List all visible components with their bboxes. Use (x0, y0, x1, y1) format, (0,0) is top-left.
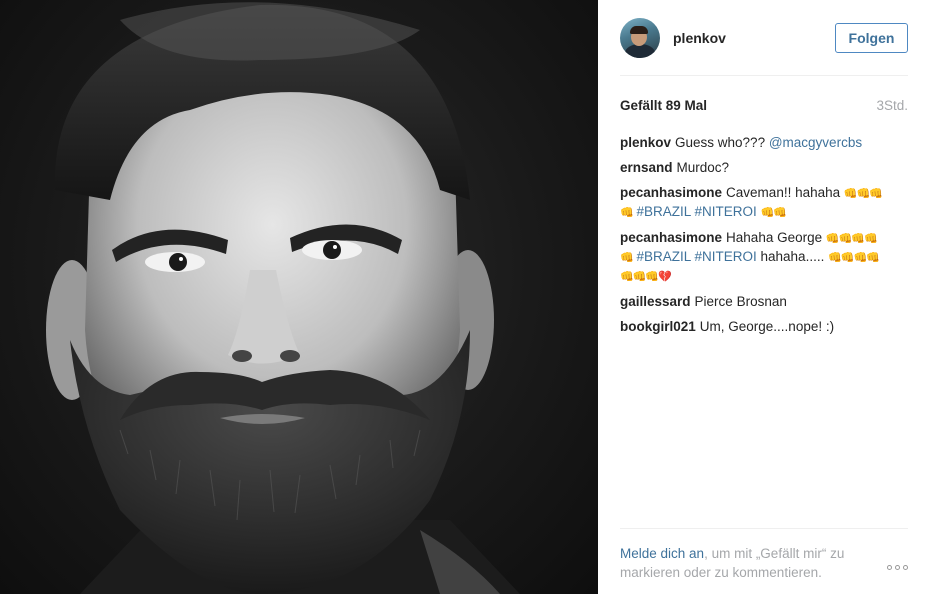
comment-text: Hahaha George (726, 230, 826, 245)
post-sidebar: plenkov Folgen Gefällt 89 Mal 3Std. plen… (598, 0, 929, 594)
caption: plenkov Guess who??? @macgyvercbs (620, 134, 908, 152)
fist-emoji-icon: 👊👊👊👊 (825, 232, 878, 245)
list-item: gaillessard Pierce Brosnan (620, 293, 908, 311)
fist-emoji-icon: 👊👊 (760, 206, 787, 219)
login-prompt: Melde dich an, um mit „Gefällt mir“ zu m… (620, 528, 908, 582)
dot-icon (895, 564, 900, 570)
avatar-hair (630, 25, 648, 34)
comment-text: Murdoc? (676, 160, 730, 175)
list-item: pecanhasimone Hahaha George 👊👊👊👊 👊 #BRAZI… (620, 229, 908, 286)
avatar-shirt (625, 43, 655, 58)
post-timestamp[interactable]: 3Std. (876, 98, 908, 113)
list-item: bookgirl021 Um, George....nope! :) (620, 318, 908, 336)
comment-list: plenkov Guess who??? @macgyvercbs ernsand… (620, 134, 908, 336)
comment-author[interactable]: gaillessard (620, 294, 691, 309)
avatar[interactable] (620, 17, 660, 58)
comment-text: Caveman!! hahaha (726, 185, 844, 200)
hashtag-link[interactable]: #BRAZIL #NITEROI (636, 249, 756, 264)
fist-emoji-icon: 👊👊👊💔 (620, 270, 672, 283)
likes-row: Gefällt 89 Mal 3Std. (620, 95, 908, 115)
portrait-illustration (46, 2, 520, 594)
fist-emoji-icon: 👊 (620, 251, 634, 264)
post-header: plenkov Folgen (620, 0, 908, 76)
dot-icon (903, 564, 908, 570)
comment-author[interactable]: plenkov (620, 135, 671, 150)
list-item: ernsand Murdoc? (620, 159, 908, 177)
comment-author[interactable]: bookgirl021 (620, 319, 696, 334)
post-photo[interactable] (0, 0, 598, 594)
author-username[interactable]: plenkov (673, 30, 835, 46)
fist-emoji-icon: 👊👊👊 (843, 187, 883, 200)
list-item: pecanhasimone Caveman!! hahaha 👊👊👊 👊 #BRA… (620, 184, 908, 222)
comment-text: Pierce Brosnan (694, 294, 787, 309)
fist-emoji-icon: 👊 (620, 206, 634, 219)
likes-count[interactable]: Gefällt 89 Mal (620, 98, 707, 113)
dot-icon (887, 564, 892, 570)
hashtag-link[interactable]: #BRAZIL #NITEROI (636, 204, 756, 219)
post-dialog: plenkov Folgen Gefällt 89 Mal 3Std. plen… (0, 0, 929, 594)
mention-link[interactable]: @macgyvercbs (769, 135, 862, 150)
login-link[interactable]: Melde dich an (620, 546, 704, 561)
comment-author[interactable]: pecanhasimone (620, 185, 722, 200)
more-options-icon[interactable] (887, 552, 908, 582)
fist-emoji-icon: 👊👊👊👊 (828, 251, 880, 264)
comment-text: Um, George....nope! :) (699, 319, 835, 334)
comment-text: Guess who??? (675, 135, 766, 150)
login-prompt-text: Melde dich an, um mit „Gefällt mir“ zu m… (620, 544, 880, 582)
comment-author[interactable]: ernsand (620, 160, 673, 175)
follow-button[interactable]: Folgen (835, 22, 908, 53)
comment-author[interactable]: pecanhasimone (620, 230, 722, 245)
comment-text: hahaha..... (760, 249, 829, 264)
